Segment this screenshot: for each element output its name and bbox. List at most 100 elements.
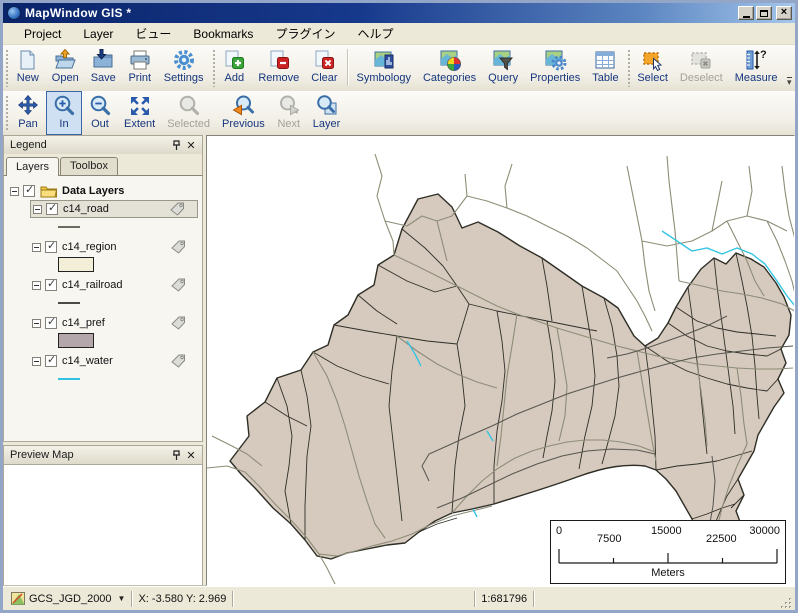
layer-item-c14-railroad[interactable]: c14_railroad <box>30 276 198 311</box>
legend-panel-title[interactable]: Legend ✕ <box>3 135 203 154</box>
zoom-out-button[interactable]: Out <box>82 91 118 135</box>
toolbar-gripper[interactable] <box>4 94 9 132</box>
layer-checkbox[interactable] <box>45 355 57 367</box>
scale-unit-label: Meters <box>551 567 785 579</box>
expander-icon[interactable] <box>33 205 42 214</box>
maximize-button[interactable] <box>756 6 772 20</box>
properties-button[interactable]: Properties <box>524 45 586 90</box>
projection-selector[interactable]: GCS_JGD_2000 ▼ <box>5 590 131 608</box>
menu-help[interactable]: ヘルプ <box>346 23 404 44</box>
legend-tabs: Layers Toolbox <box>3 154 203 175</box>
layer-item-c14-water[interactable]: c14_water <box>30 352 198 387</box>
symbology-button[interactable]: Symbology <box>351 45 417 90</box>
scale-readout: 1:681796 <box>475 590 533 608</box>
status-separator <box>533 591 534 607</box>
group-row-data-layers[interactable]: Data Layers <box>10 182 198 200</box>
minimize-icon <box>743 16 750 18</box>
status-bar: GCS_JGD_2000 ▼ X: -3.580 Y: 2.969 1:6817… <box>3 586 795 610</box>
tag-icon[interactable] <box>170 202 185 216</box>
preview-map-canvas <box>3 464 203 586</box>
expander-icon[interactable] <box>32 357 41 366</box>
pin-icon[interactable] <box>170 139 184 152</box>
close-panel-icon[interactable]: ✕ <box>184 449 198 462</box>
menu-project[interactable]: Project <box>13 25 72 43</box>
symbology-icon <box>372 48 396 72</box>
pin-icon[interactable] <box>170 449 184 462</box>
preview-title-label: Preview Map <box>10 449 170 461</box>
menu-view[interactable]: ビュー <box>124 23 182 44</box>
zoom-in-button[interactable]: In <box>46 91 82 135</box>
layer-checkbox[interactable] <box>45 317 57 329</box>
tag-icon[interactable] <box>171 316 186 330</box>
tab-toolbox[interactable]: Toolbox <box>60 157 118 175</box>
zoom-layer-button[interactable]: Layer <box>307 91 347 135</box>
add-layer-button[interactable]: Add <box>216 45 252 90</box>
preview-panel-title[interactable]: Preview Map ✕ <box>3 445 203 464</box>
group-checkbox[interactable] <box>23 185 35 197</box>
tab-layers[interactable]: Layers <box>6 157 59 176</box>
menu-plugins[interactable]: プラグイン <box>264 23 346 44</box>
layers-tree: Data Layers c14_road c14_regi <box>3 175 203 442</box>
settings-button[interactable]: Settings <box>158 45 210 90</box>
layer-symbol-line[interactable] <box>58 378 80 380</box>
new-button[interactable]: New <box>10 45 46 90</box>
zoom-extent-icon <box>128 94 152 118</box>
select-icon <box>641 48 665 72</box>
toolbar-overflow-chevron[interactable]: ▾ <box>784 45 795 90</box>
toolbar-gripper[interactable] <box>4 48 9 87</box>
layer-item-c14-road[interactable]: c14_road <box>30 200 198 235</box>
expander-icon[interactable] <box>32 281 41 290</box>
toolbar-gripper[interactable] <box>626 48 631 87</box>
scale-bar: 0 7500 15000 22500 30000 Meters <box>550 520 786 584</box>
select-button[interactable]: Select <box>631 45 674 90</box>
layer-item-c14-pref[interactable]: c14_pref <box>30 314 198 349</box>
layer-symbol-line[interactable] <box>58 226 80 228</box>
measure-button[interactable]: ? Measure <box>729 45 784 90</box>
deselect-button: Deselect <box>674 45 729 90</box>
table-button[interactable]: Table <box>586 45 624 90</box>
query-button[interactable]: Query <box>482 45 524 90</box>
layer-checkbox[interactable] <box>46 203 58 215</box>
zoom-extent-button[interactable]: Extent <box>118 91 161 135</box>
layer-symbol-polygon[interactable] <box>58 257 94 272</box>
layer-name: c14_railroad <box>62 279 171 291</box>
close-panel-icon[interactable]: ✕ <box>184 139 198 152</box>
resize-grip[interactable] <box>779 596 793 610</box>
toolbar-gripper[interactable] <box>211 48 216 87</box>
expander-icon[interactable] <box>32 243 41 252</box>
main-toolbar: New Open Save Print Settings Add Remove <box>3 45 795 91</box>
close-button[interactable]: × <box>776 6 792 20</box>
print-icon <box>128 48 152 72</box>
minimize-button[interactable] <box>738 6 754 20</box>
layer-item-c14-region[interactable]: c14_region <box>30 238 198 273</box>
title-bar[interactable]: MapWindow GIS * × <box>3 3 795 23</box>
menu-bookmarks[interactable]: Bookmarks <box>182 25 264 43</box>
save-button[interactable]: Save <box>85 45 122 90</box>
remove-layer-button[interactable]: Remove <box>252 45 305 90</box>
print-button[interactable]: Print <box>122 45 158 90</box>
layer-checkbox[interactable] <box>45 279 57 291</box>
clear-layers-button[interactable]: Clear <box>305 45 343 90</box>
expander-icon[interactable] <box>10 187 19 196</box>
zoom-selected-icon <box>177 94 201 118</box>
tag-icon[interactable] <box>171 240 186 254</box>
legend-title-label: Legend <box>10 139 170 151</box>
tag-icon[interactable] <box>171 278 186 292</box>
remove-layer-icon <box>267 48 291 72</box>
table-icon <box>593 48 617 72</box>
menu-layer[interactable]: Layer <box>72 25 124 43</box>
categories-button[interactable]: Categories <box>417 45 482 90</box>
layer-checkbox[interactable] <box>45 241 57 253</box>
map-canvas[interactable]: 0 7500 15000 22500 30000 Meters <box>206 135 795 586</box>
layer-symbol-polygon[interactable] <box>58 333 94 348</box>
pan-button[interactable]: Pan <box>10 91 46 135</box>
tag-icon[interactable] <box>171 354 186 368</box>
layer-name: c14_pref <box>62 317 171 329</box>
zoom-out-icon <box>88 94 112 118</box>
expander-icon[interactable] <box>32 319 41 328</box>
pan-icon <box>16 94 40 118</box>
open-button[interactable]: Open <box>46 45 85 90</box>
layer-symbol-line[interactable] <box>58 302 80 304</box>
projection-label: GCS_JGD_2000 <box>29 593 112 605</box>
zoom-previous-button[interactable]: Previous <box>216 91 271 135</box>
